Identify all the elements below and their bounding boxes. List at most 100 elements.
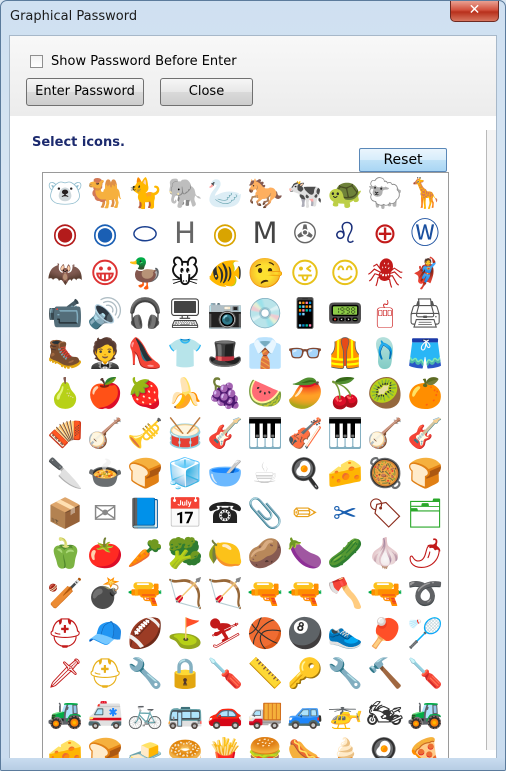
garlic-icon[interactable]: 🧄 [365, 533, 405, 573]
lotus-logo-icon[interactable]: ◉ [205, 213, 245, 253]
orange-icon[interactable]: 🍊 [405, 373, 445, 413]
cucumber-icon[interactable]: 🥒 [325, 533, 365, 573]
flip-flops-icon[interactable]: 🩴 [365, 333, 405, 373]
carrots-icon[interactable]: 🥕 [125, 533, 165, 573]
rifle-icon[interactable]: 🔫 [125, 573, 165, 613]
motorcycle-icon[interactable]: 🏍 [365, 693, 405, 733]
life-vest-icon[interactable]: 🦺 [325, 333, 365, 373]
kiwi-icon[interactable]: 🥝 [365, 373, 405, 413]
uzi-icon[interactable]: 🔫 [365, 573, 405, 613]
batman-icon[interactable]: 🦇 [45, 253, 85, 293]
bulldozer-icon[interactable]: 🚜 [45, 693, 85, 733]
paper-clip-icon[interactable]: 📎 [245, 493, 285, 533]
turtle-icon[interactable]: 🐢 [325, 173, 365, 213]
tractor-icon[interactable]: 🚜 [405, 693, 445, 733]
pencil-icon[interactable]: ✏ [285, 493, 325, 533]
baseball-bat-icon[interactable]: 🏏 [45, 573, 85, 613]
elephant-icon[interactable]: 🐘 [165, 173, 205, 213]
toaster-oven-icon[interactable]: 🍞 [405, 453, 445, 493]
badminton-icon[interactable]: 🏸 [405, 613, 445, 653]
monitor-icon[interactable]: 🖥 [165, 293, 205, 333]
bmw-logo-icon[interactable]: ◉ [85, 213, 125, 253]
cow-icon[interactable]: 🐄 [285, 173, 325, 213]
tomato-icon[interactable]: 🍅 [85, 533, 125, 573]
sneakers-icon[interactable]: 👟 [325, 613, 365, 653]
keys-icon[interactable]: 🔑 [285, 653, 325, 693]
volkswagen-logo-icon[interactable]: Ⓦ [405, 213, 445, 253]
green-car-icon[interactable]: 🚙 [285, 693, 325, 733]
grapes-icon[interactable]: 🍇 [205, 373, 245, 413]
calendar-icon[interactable]: 📅 [165, 493, 205, 533]
grater-icon[interactable]: 🧀 [325, 453, 365, 493]
stamp-icon[interactable]: 🏷 [365, 493, 405, 533]
giraffe-icon[interactable]: 🦒 [405, 173, 445, 213]
cat-icon[interactable]: 🐈 [125, 173, 165, 213]
show-password-checkbox[interactable] [30, 54, 43, 68]
skier-icon[interactable]: ⛷ [205, 613, 245, 653]
padlock-icon[interactable]: 🔒 [165, 653, 205, 693]
book-icon[interactable]: 📘 [125, 493, 165, 533]
toaster-icon[interactable]: 🍞 [125, 453, 165, 493]
printer-icon[interactable]: 🖨 [405, 293, 445, 333]
horse-icon[interactable]: 🐎 [245, 173, 285, 213]
ping-pong-icon[interactable]: 🏓 [365, 613, 405, 653]
guitar-icon[interactable]: 🎸 [205, 413, 245, 453]
bow-icon[interactable]: 🏹 [165, 573, 205, 613]
mazda-logo-icon[interactable]: M [245, 213, 285, 253]
box-icon[interactable]: 📦 [45, 493, 85, 533]
shorts-icon[interactable]: 🩳 [405, 333, 445, 373]
mouse-icon[interactable]: 🖱 [365, 293, 405, 333]
envelope-icon[interactable]: ✉ [85, 493, 125, 533]
revolver-icon[interactable]: 🔫 [285, 573, 325, 613]
potatoes-icon[interactable]: 🥔 [245, 533, 285, 573]
helicopter-icon[interactable]: 🚁 [325, 693, 365, 733]
eggplant-icon[interactable]: 🍆 [285, 533, 325, 573]
red-car-icon[interactable]: 🚗 [205, 693, 245, 733]
sheep-icon[interactable]: 🐑 [365, 173, 405, 213]
lute-icon[interactable]: 🪕 [365, 413, 405, 453]
baseball-cap-icon[interactable]: 🧢 [85, 613, 125, 653]
camcorder-icon[interactable]: 📹 [45, 293, 85, 333]
show-password-label[interactable]: Show Password Before Enter [51, 54, 237, 69]
headphones-icon[interactable]: 🎧 [125, 293, 165, 333]
phone-icon[interactable]: 📟 [325, 293, 365, 333]
stapler-icon[interactable]: 🗂 [405, 493, 445, 533]
drum-icon[interactable]: 🥁 [165, 413, 205, 453]
mug-icon[interactable]: ☕ [245, 453, 285, 493]
ford-logo-icon[interactable]: ⬭ [125, 213, 165, 253]
telephone-icon[interactable]: ☎ [205, 493, 245, 533]
alfa-romeo-logo-icon[interactable]: ◉ [45, 213, 85, 253]
tuxedo-icon[interactable]: 🤵 [85, 333, 125, 373]
piano-icon[interactable]: 🎹 [325, 413, 365, 453]
tape-measure-icon[interactable]: 📏 [245, 653, 285, 693]
bomb-icon[interactable]: 💣 [85, 573, 125, 613]
truck-icon[interactable]: 🚚 [245, 693, 285, 733]
football-icon[interactable]: 🏈 [125, 613, 165, 653]
wrench-icon[interactable]: 🔧 [125, 653, 165, 693]
bus-icon[interactable]: 🚌 [165, 693, 205, 733]
chili-icon[interactable]: 🌶 [405, 533, 445, 573]
bicycle-icon[interactable]: 🚲 [125, 693, 165, 733]
trumpet-icon[interactable]: 🎺 [125, 413, 165, 453]
swan-icon[interactable]: 🦢 [205, 173, 245, 213]
keyboard-icon[interactable]: 🎹 [245, 413, 285, 453]
lisa-simpson-icon[interactable]: 😊 [325, 253, 365, 293]
reset-button[interactable]: Reset [359, 148, 447, 172]
panel-scrollbar[interactable] [486, 130, 496, 750]
window-close-button[interactable]: ✕ [450, 1, 499, 22]
swiss-knife-icon[interactable]: 🗡 [45, 653, 85, 693]
banana-icon[interactable]: 🍌 [165, 373, 205, 413]
frying-pan-icon[interactable]: 🍳 [285, 453, 325, 493]
papaya-icon[interactable]: 🥭 [285, 373, 325, 413]
mercedes-logo-icon[interactable]: ✇ [285, 213, 325, 253]
bell-pepper-icon[interactable]: 🫑 [45, 533, 85, 573]
toyota-logo-icon[interactable]: ⊕ [365, 213, 405, 253]
fridge-icon[interactable]: 🧊 [165, 453, 205, 493]
musket-icon[interactable]: 🔫 [245, 573, 285, 613]
screwdriver-icon[interactable]: 🪛 [405, 653, 445, 693]
accordion-icon[interactable]: 🪗 [45, 413, 85, 453]
strawberry-icon[interactable]: 🍓 [125, 373, 165, 413]
show-password-option[interactable]: Show Password Before Enter [30, 52, 237, 70]
bart-simpson-icon[interactable]: 😜 [285, 253, 325, 293]
nemo-fish-icon[interactable]: 🐠 [205, 253, 245, 293]
